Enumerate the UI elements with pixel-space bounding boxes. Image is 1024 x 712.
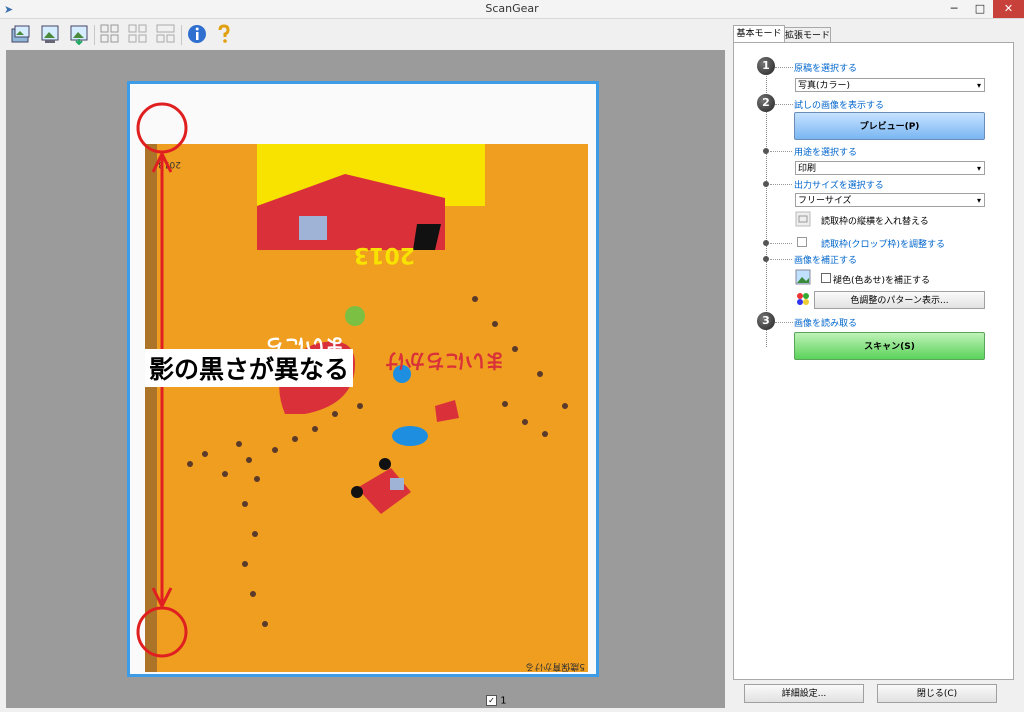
- settings-panel: 基本モード 拡張モード 1 原稿を選択する 写真(カラー) ▾ 2 試しの画像を表…: [731, 25, 1014, 680]
- window-title: ScanGear: [485, 2, 539, 15]
- correct-image-link[interactable]: 画像を補正する: [794, 253, 857, 266]
- close-button[interactable]: 閉じる(C): [877, 684, 997, 703]
- swap-orientation-icon[interactable]: [795, 211, 811, 227]
- save-image-icon[interactable]: [39, 23, 61, 45]
- chevron-down-icon: ▾: [976, 81, 981, 90]
- toolbar: [0, 19, 728, 50]
- toolbar-separator: [94, 25, 95, 45]
- toolbar-separator: [181, 25, 182, 45]
- preview-button[interactable]: プレビュー(P): [794, 112, 985, 140]
- svg-text:5歳保育かける: 5歳保育かける: [525, 661, 585, 672]
- color-pattern-button[interactable]: 色調整のパターン表示...: [814, 291, 985, 309]
- purpose-value: 印刷: [798, 164, 817, 174]
- page-number: 1: [500, 695, 507, 707]
- step-leader: [770, 243, 792, 245]
- fade-correction-label[interactable]: 褪色(色あせ)を補正する: [833, 273, 930, 286]
- scanned-artwork: まいにち まいにちかけ 2013 2013 5歳保育かける: [145, 144, 588, 672]
- output-size-value: フリーサイズ: [798, 196, 852, 206]
- fade-correction-checkbox[interactable]: [821, 273, 831, 283]
- landscape-photo-icon: [795, 269, 811, 285]
- chevron-down-icon: ▾: [976, 164, 981, 173]
- step-dot: [763, 240, 769, 246]
- step-leader: [770, 259, 792, 261]
- step-leader: [775, 322, 793, 324]
- title-bar: ➤ ScanGear ─ □ ✕: [0, 0, 1024, 19]
- source-select[interactable]: 写真(カラー) ▾: [795, 78, 985, 92]
- close-window-button[interactable]: ✕: [993, 0, 1024, 18]
- output-size-select[interactable]: フリーサイズ ▾: [795, 193, 985, 207]
- step-leader: [775, 67, 793, 69]
- details-settings-button[interactable]: 詳細設定...: [744, 684, 864, 703]
- page-checkbox-icon[interactable]: ✓: [486, 695, 497, 706]
- crop-icon[interactable]: [155, 23, 177, 45]
- step-dot: [763, 181, 769, 187]
- source-value: 写真(カラー): [798, 81, 851, 91]
- help-icon[interactable]: [213, 23, 235, 45]
- select-output-size-link[interactable]: 出力サイズを選択する: [794, 178, 884, 191]
- purpose-select[interactable]: 印刷 ▾: [795, 161, 985, 175]
- step-leader: [770, 151, 792, 153]
- select-source-link[interactable]: 原稿を選択する: [794, 61, 857, 74]
- preview-area[interactable]: まいにち まいにちかけ 2013 2013 5歳保育かける ✓ 1: [6, 50, 725, 708]
- maximize-button[interactable]: □: [967, 0, 993, 18]
- scan-multi-icon[interactable]: [10, 23, 32, 45]
- scanned-document-image: まいにち まいにちかけ 2013 2013 5歳保育かける: [145, 144, 588, 672]
- step-1-badge: 1: [757, 57, 775, 75]
- step-2-badge: 2: [757, 94, 775, 112]
- scan-image-link[interactable]: 画像を読み取る: [794, 316, 857, 329]
- step-leader: [775, 104, 793, 106]
- step-3-badge: 3: [757, 312, 775, 330]
- svg-text:まいにちかけ: まいにちかけ: [385, 349, 505, 373]
- page-select-checkbox[interactable]: ✓ 1: [486, 695, 507, 707]
- minimize-button[interactable]: ─: [941, 0, 967, 18]
- basic-mode-panel: 1 原稿を選択する 写真(カラー) ▾ 2 試しの画像を表示する プレビュー(P)…: [733, 42, 1014, 680]
- show-preview-link[interactable]: 試しの画像を表示する: [794, 98, 884, 111]
- swap-orientation-label[interactable]: 読取枠の縦横を入れ替える: [821, 214, 929, 227]
- step-dot: [763, 256, 769, 262]
- step-leader: [770, 184, 792, 186]
- select-purpose-link[interactable]: 用途を選択する: [794, 145, 857, 158]
- select-all-icon[interactable]: [99, 23, 121, 45]
- info-icon[interactable]: [186, 23, 208, 45]
- chevron-down-icon: ▾: [976, 196, 981, 205]
- svg-text:2013: 2013: [354, 242, 415, 267]
- multi-crop-icon[interactable]: [127, 23, 149, 45]
- adjust-crop-link[interactable]: 読取枠(クロップ枠)を調整する: [821, 237, 945, 250]
- color-pattern-icon: [797, 293, 809, 305]
- annotation-callout: 影の黒さが異なる: [145, 349, 354, 387]
- save-all-icon[interactable]: [68, 23, 90, 45]
- svg-text:2013: 2013: [158, 159, 181, 169]
- scan-button[interactable]: スキャン(S): [794, 332, 985, 360]
- step-dot: [763, 148, 769, 154]
- crop-frame-icon[interactable]: [797, 237, 807, 247]
